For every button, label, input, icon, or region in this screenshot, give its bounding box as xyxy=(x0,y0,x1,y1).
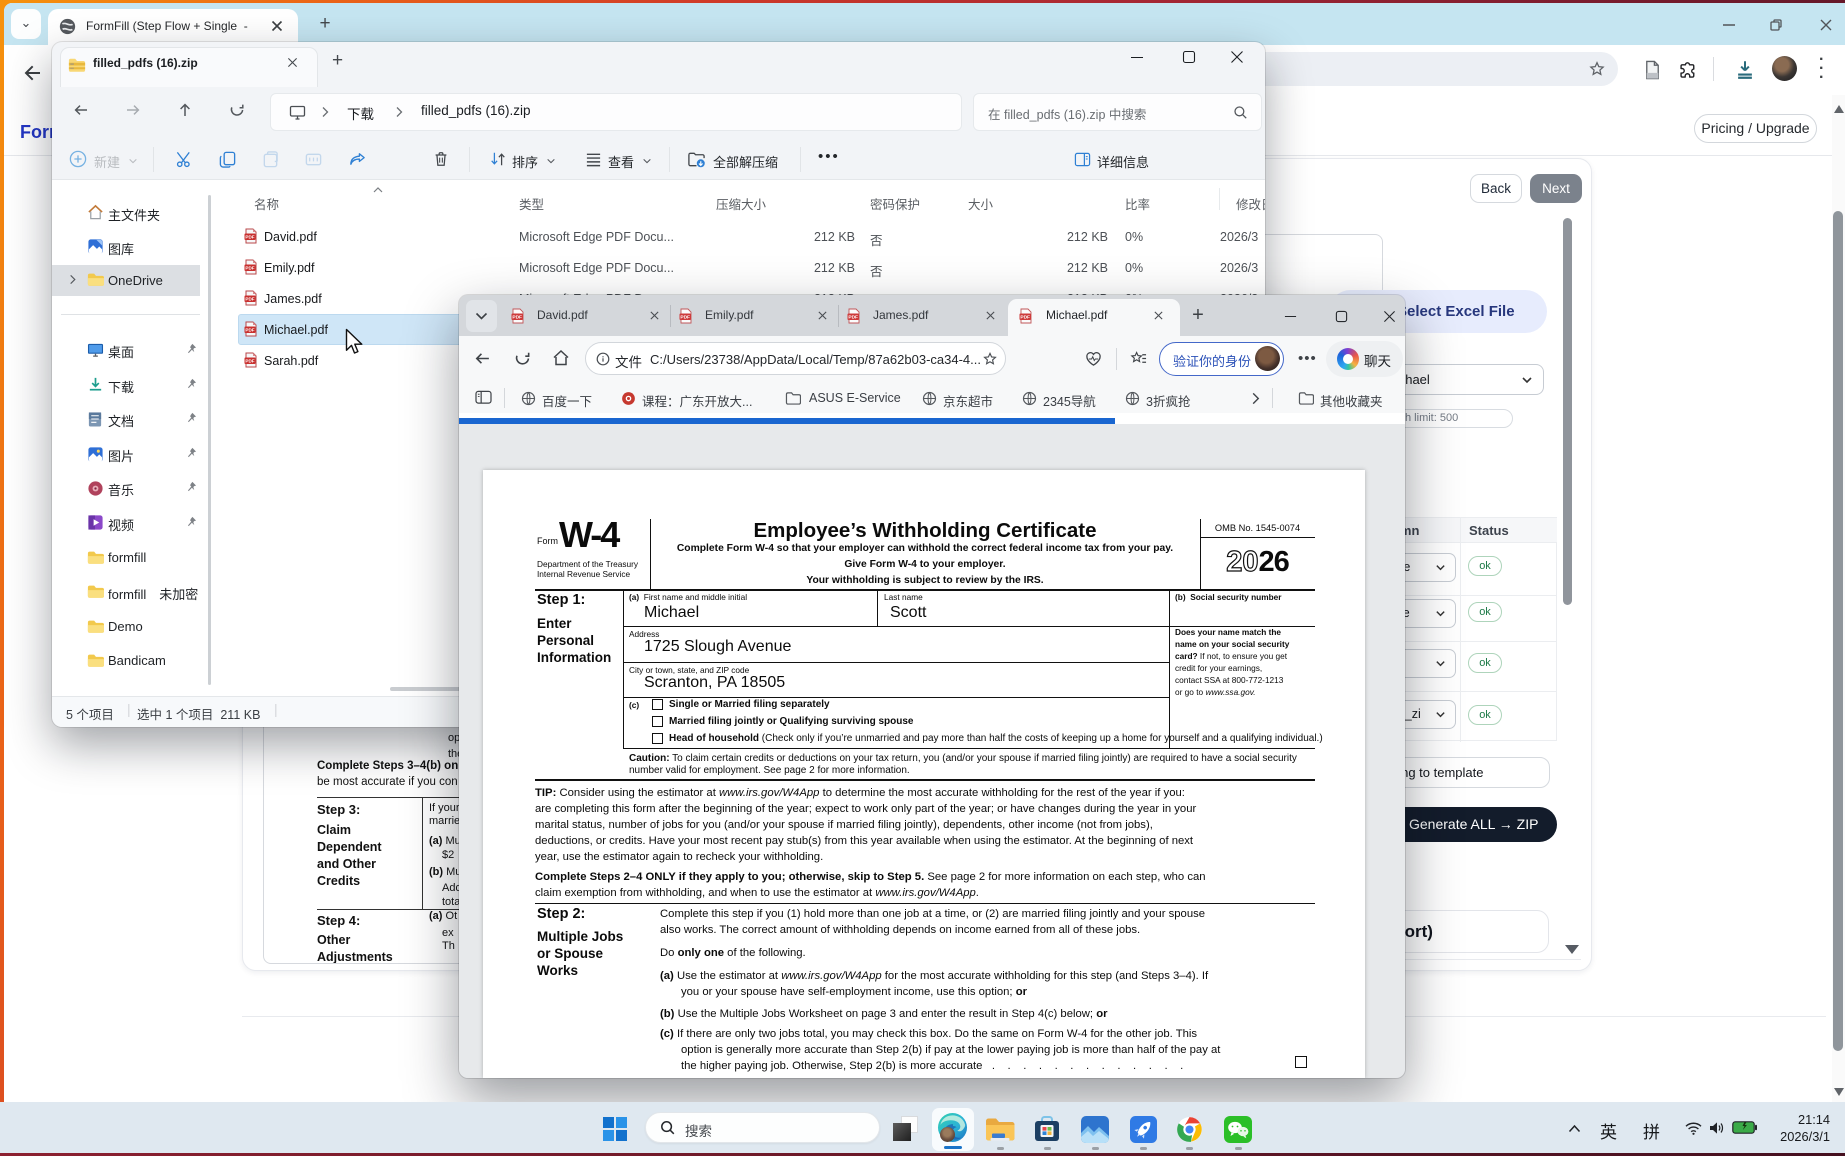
svg-text:PDF: PDF xyxy=(848,315,858,321)
svg-text:PDF: PDF xyxy=(245,297,254,302)
svg-text:PDF: PDF xyxy=(245,266,254,271)
svg-text:PDF: PDF xyxy=(680,315,690,321)
svg-text:PDF: PDF xyxy=(1020,315,1030,321)
svg-text:PDF: PDF xyxy=(245,328,254,333)
svg-text:PDF: PDF xyxy=(245,359,254,364)
svg-text:PDF: PDF xyxy=(512,315,522,321)
svg-text:PDF: PDF xyxy=(245,235,254,240)
